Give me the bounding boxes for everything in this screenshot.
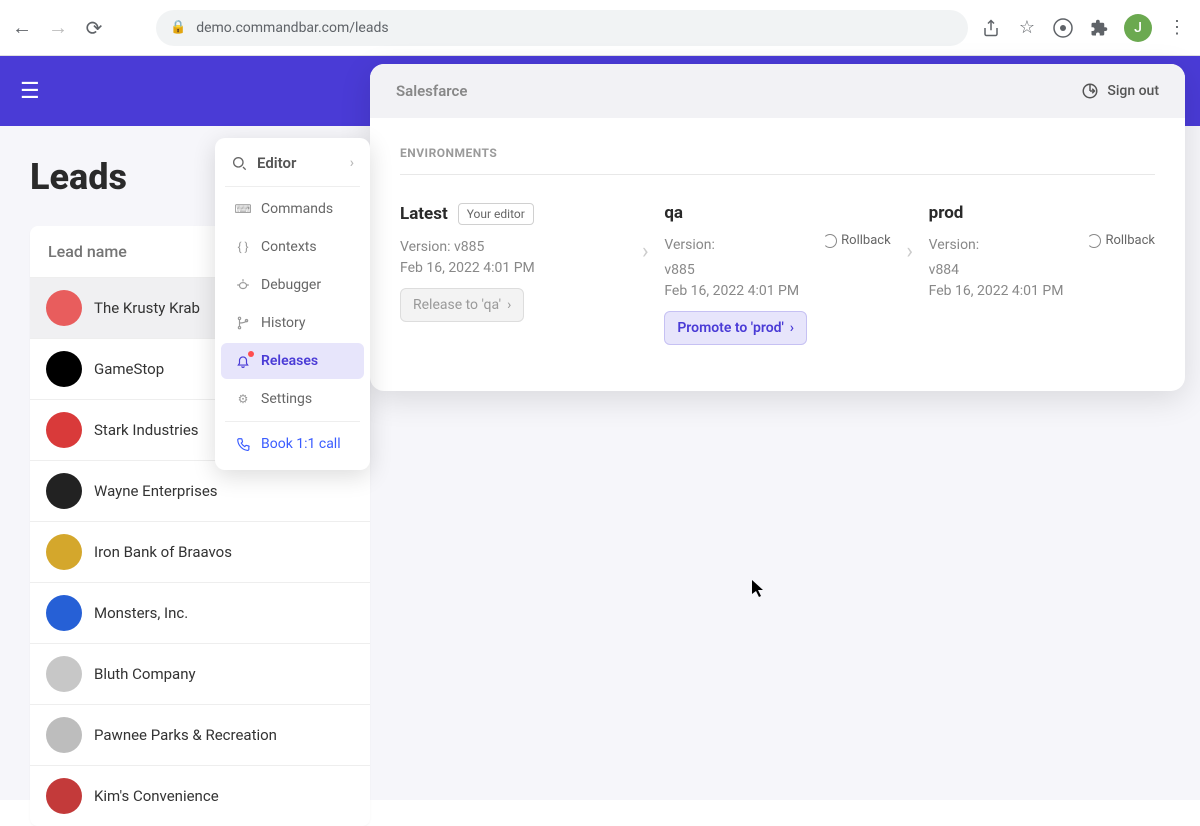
lead-avatar: [46, 534, 82, 570]
env-version: Version: v885: [400, 235, 626, 260]
share-icon[interactable]: [980, 17, 1002, 39]
chevron-right-icon: ›: [350, 155, 354, 171]
lead-row[interactable]: Monsters, Inc.: [30, 582, 370, 643]
profile-avatar[interactable]: J: [1124, 14, 1152, 42]
page-title: Leads: [30, 156, 127, 198]
lead-name: Stark Industries: [94, 421, 199, 439]
promote-to-prod-button[interactable]: Promote to 'prod' ›: [664, 311, 807, 345]
env-date: Feb 16, 2022 4:01 PM: [664, 283, 890, 299]
bug-icon: [235, 277, 251, 293]
palette-item-settings[interactable]: ⚙ Settings: [221, 381, 364, 417]
palette-item-commands[interactable]: ⌨ Commands: [221, 191, 364, 227]
password-manager-icon[interactable]: [1052, 17, 1074, 39]
env-qa: qa Version: v885 Rollback Feb 16, 2022 4…: [664, 203, 890, 345]
palette-item-book-call[interactable]: Book 1:1 call: [221, 426, 364, 462]
editor-icon: [231, 155, 247, 171]
release-to-qa-button[interactable]: Release to 'qa' ›: [400, 288, 524, 322]
env-title: prod: [929, 203, 964, 223]
editor-palette: Editor › ⌨ Commands { } Contexts Debugge…: [215, 138, 370, 470]
lead-name: Monsters, Inc.: [94, 604, 188, 622]
lead-name: The Krusty Krab: [94, 299, 200, 317]
env-title: qa: [664, 203, 683, 223]
divider: [225, 186, 360, 187]
lead-row[interactable]: Kim's Convenience: [30, 765, 370, 826]
environments-label: ENVIRONMENTS: [400, 146, 1155, 175]
env-version-label: Version:: [664, 233, 715, 258]
arrow-icon: ›: [636, 203, 654, 264]
arrow-icon: ›: [901, 203, 919, 264]
keyboard-icon: ⌨: [235, 201, 251, 217]
lead-avatar: [46, 412, 82, 448]
lead-name: GameStop: [94, 360, 164, 378]
lead-row[interactable]: Bluth Company: [30, 643, 370, 704]
phone-icon: [235, 436, 251, 452]
palette-item-history[interactable]: History: [221, 305, 364, 341]
lead-row[interactable]: Pawnee Parks & Recreation: [30, 704, 370, 765]
lead-avatar: [46, 656, 82, 692]
your-editor-badge: Your editor: [458, 203, 534, 225]
lead-name: Wayne Enterprises: [94, 482, 218, 500]
releases-panel: Salesfarce Sign out ENVIRONMENTS Latest …: [370, 64, 1185, 391]
chevron-right-icon: ›: [507, 297, 511, 313]
rollback-icon: [823, 234, 837, 248]
lead-avatar: [46, 473, 82, 509]
brand-label: Salesfarce: [396, 82, 467, 100]
lead-name: Kim's Convenience: [94, 787, 219, 805]
lead-name: Iron Bank of Braavos: [94, 543, 232, 561]
cursor-icon: [752, 580, 766, 598]
rollback-icon: [1087, 234, 1101, 248]
chevron-right-icon: ›: [790, 320, 794, 336]
env-version-value: v885: [664, 258, 715, 283]
signout-icon: [1081, 82, 1099, 100]
env-latest: Latest Your editor Version: v885 Feb 16,…: [400, 203, 626, 322]
branch-icon: [235, 315, 251, 331]
lead-avatar: [46, 717, 82, 753]
env-date: Feb 16, 2022 4:01 PM: [400, 260, 626, 276]
forward-button[interactable]: →: [48, 18, 68, 38]
lead-avatar: [46, 290, 82, 326]
lead-name: Bluth Company: [94, 665, 196, 683]
lead-row[interactable]: Iron Bank of Braavos: [30, 521, 370, 582]
bell-icon: [235, 353, 251, 369]
env-title: Latest: [400, 204, 448, 224]
palette-editor-header[interactable]: Editor ›: [215, 144, 370, 182]
palette-item-debugger[interactable]: Debugger: [221, 267, 364, 303]
extensions-icon[interactable]: [1088, 17, 1110, 39]
env-prod: prod Version: v884 Rollback Feb 16, 2022…: [929, 203, 1155, 299]
env-version-label: Version:: [929, 233, 980, 258]
env-date: Feb 16, 2022 4:01 PM: [929, 283, 1155, 299]
bookmark-icon[interactable]: ☆: [1016, 17, 1038, 39]
url-text: demo.commandbar.com/leads: [196, 20, 388, 36]
back-button[interactable]: ←: [12, 18, 32, 38]
braces-icon: { }: [235, 239, 251, 255]
lead-avatar: [46, 778, 82, 814]
gear-icon: ⚙: [235, 391, 251, 407]
rollback-button[interactable]: Rollback: [1087, 233, 1155, 248]
lock-icon: 🔒: [170, 20, 186, 35]
lead-avatar: [46, 351, 82, 387]
rollback-button[interactable]: Rollback: [823, 233, 891, 248]
reload-button[interactable]: ⟳: [84, 18, 104, 38]
hamburger-menu[interactable]: ☰: [20, 79, 40, 104]
lead-name: Pawnee Parks & Recreation: [94, 726, 277, 744]
env-version-value: v884: [929, 258, 980, 283]
sign-out-button[interactable]: Sign out: [1081, 82, 1159, 100]
palette-item-contexts[interactable]: { } Contexts: [221, 229, 364, 265]
browser-toolbar: ← → ⟳ 🔒 demo.commandbar.com/leads ☆ J ⋮: [0, 0, 1200, 56]
palette-item-releases[interactable]: Releases: [221, 343, 364, 379]
lead-avatar: [46, 595, 82, 631]
address-bar[interactable]: 🔒 demo.commandbar.com/leads: [156, 10, 968, 46]
kebab-menu-icon[interactable]: ⋮: [1166, 17, 1188, 39]
divider: [225, 421, 360, 422]
